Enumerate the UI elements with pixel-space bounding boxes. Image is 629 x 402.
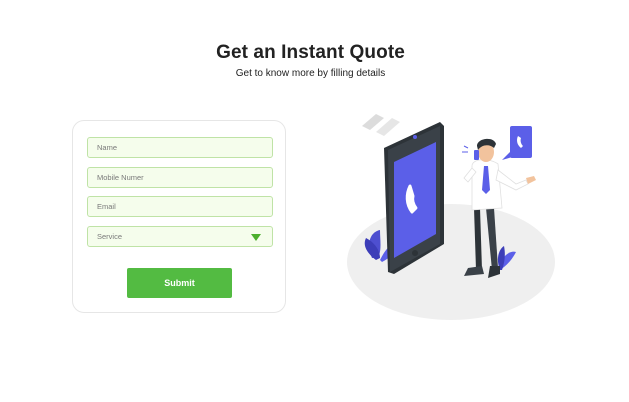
page-title: Get an Instant Quote <box>216 42 405 63</box>
quote-form-card: Service Submit <box>72 120 286 313</box>
mobile-number-input[interactable] <box>87 167 273 188</box>
email-input[interactable] <box>87 196 273 217</box>
phone-call-illustration <box>347 114 555 320</box>
service-select[interactable]: Service <box>87 226 273 247</box>
chat-bubble-phone-icon <box>502 126 532 160</box>
submit-button[interactable]: Submit <box>127 268 232 298</box>
name-input[interactable] <box>87 137 273 158</box>
floor-shadow <box>347 204 555 320</box>
service-select-value: Service <box>97 232 123 241</box>
chevron-down-icon <box>251 234 261 241</box>
quote-page: Get an Instant Quote Get to know more by… <box>0 0 629 402</box>
page-subtitle: Get to know more by filling details <box>235 68 386 79</box>
cloud-icon <box>362 114 400 136</box>
